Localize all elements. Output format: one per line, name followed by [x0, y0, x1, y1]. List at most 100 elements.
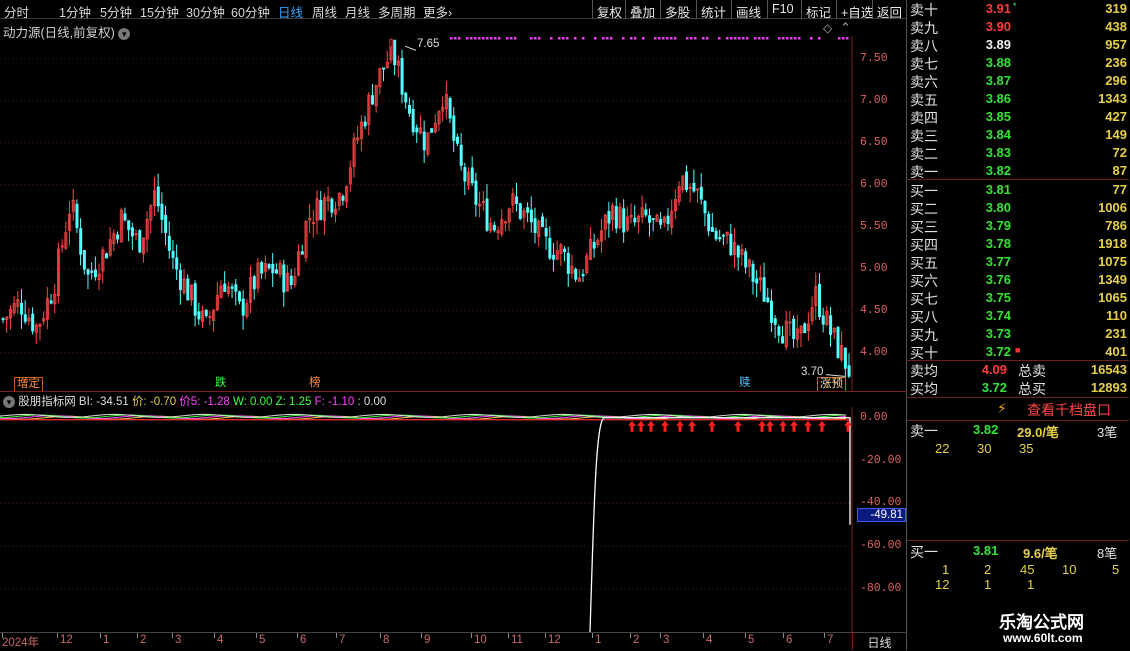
price-tick-label: 4.00 — [860, 345, 888, 359]
f10-button[interactable]: F10 — [767, 0, 798, 19]
signal-dot — [670, 37, 673, 40]
tag-rank[interactable]: 榜 — [307, 377, 323, 390]
multi-stock-button[interactable]: 多股 — [660, 0, 694, 20]
bid-row[interactable]: 买六 3.76 1349 — [907, 271, 1129, 289]
mark-button[interactable]: 标记 — [801, 0, 835, 20]
bid-row[interactable]: 买三 3.79 786 — [907, 217, 1129, 235]
candle-body — [544, 227, 548, 237]
date-label: 4 — [706, 634, 713, 646]
tag-private-placement[interactable]: 增定 — [14, 377, 43, 392]
candle-body — [156, 186, 160, 207]
date-tick — [100, 633, 101, 638]
signal-dot — [558, 37, 561, 40]
ask-row[interactable]: 卖八 3.89 957 — [907, 36, 1129, 54]
candle-body — [718, 237, 722, 240]
level-name: 卖十 — [910, 2, 938, 18]
draw-line-button[interactable]: 画线 — [731, 0, 765, 20]
signal-dot — [534, 37, 537, 40]
thousand-level-button[interactable]: ⚡ 查看千档盘口 — [907, 398, 1129, 420]
period-toolbar: 分时 1分钟 5分钟 15分钟 30分钟 60分钟 日线 周线 月线 多周期 更… — [0, 0, 906, 21]
level-volume: 1065 — [1098, 290, 1127, 305]
more-button[interactable]: 更多› — [423, 2, 452, 21]
period-intraday[interactable]: 分时 — [4, 2, 29, 21]
ask-row[interactable]: 卖二 3.83 72 — [907, 144, 1129, 162]
level-volume: 77 — [1112, 182, 1127, 197]
diamond-icon[interactable]: ◇ — [823, 21, 832, 35]
lightning-icon: ⚡ — [997, 400, 1007, 416]
signal-dot — [634, 37, 637, 40]
indicator-chart[interactable] — [0, 407, 906, 632]
period-daily[interactable]: 日线 — [278, 2, 303, 21]
candle-body — [93, 269, 97, 278]
level-name: 卖三 — [910, 128, 938, 144]
ask-row[interactable]: 卖十 3.91 319 * — [907, 0, 1129, 18]
period-label[interactable]: 日线 — [852, 632, 906, 650]
signal-dot — [766, 37, 769, 40]
signal-dot — [642, 37, 645, 40]
buy-arrow-icon — [779, 420, 787, 432]
period-15min[interactable]: 15分钟 — [140, 2, 179, 21]
candle-body — [138, 230, 142, 253]
tag-forecast[interactable]: 涨预 — [817, 377, 846, 392]
bid-row[interactable]: 买一 3.81 77 — [907, 181, 1129, 199]
date-label: 4 — [217, 634, 224, 646]
ask-row[interactable]: 卖七 3.88 236 — [907, 54, 1129, 72]
total-sell-label: 总卖 — [1018, 363, 1046, 379]
candle-body — [518, 203, 522, 219]
period-1min-b[interactable]: 1分钟 — [59, 2, 91, 21]
bid-row[interactable]: 买十 3.72 401 ■ — [907, 343, 1129, 361]
total-buy-value: 12893 — [1090, 380, 1127, 395]
signal-dot — [466, 37, 469, 40]
tag-drop[interactable]: 跌 — [213, 377, 229, 390]
date-label: 1 — [595, 634, 602, 646]
ask-row[interactable]: 卖五 3.86 1343 — [907, 90, 1129, 108]
signal-dot — [706, 37, 709, 40]
buy1-order: 1 — [1027, 577, 1035, 592]
bid-row[interactable]: 买七 3.75 1065 — [907, 289, 1129, 307]
candle-body — [267, 263, 271, 269]
signal-dot — [630, 37, 633, 40]
stats-button[interactable]: 统计 — [696, 0, 730, 20]
period-multi[interactable]: 多周期 — [378, 2, 416, 21]
buy1-count: 8笔 — [1097, 546, 1118, 561]
bid-row[interactable]: 买四 3.78 1918 — [907, 235, 1129, 253]
tag-redeem[interactable]: 赎 — [737, 377, 753, 390]
level-volume: 87 — [1112, 163, 1127, 178]
candle-body — [648, 215, 652, 223]
candlestick-chart[interactable] — [0, 36, 906, 392]
period-monthly[interactable]: 月线 — [345, 2, 370, 21]
bid-row[interactable]: 买五 3.77 1075 — [907, 253, 1129, 271]
buy-arrow-icon — [661, 420, 669, 432]
candle-body — [31, 313, 35, 332]
bid-row[interactable]: 买九 3.73 231 — [907, 325, 1129, 343]
level-name: 卖五 — [910, 92, 938, 108]
buy-arrow-icon — [628, 420, 636, 432]
period-60min[interactable]: 60分钟 — [231, 2, 270, 21]
candle-body — [563, 248, 567, 253]
candle-body — [622, 208, 626, 233]
candle-body — [160, 203, 164, 220]
period-weekly[interactable]: 周线 — [312, 2, 337, 21]
signal-dot — [658, 37, 661, 40]
candle-body — [330, 198, 334, 213]
level-price: 3.90 — [985, 19, 1011, 34]
adjust-button[interactable]: 复权 — [592, 0, 626, 20]
candle-body — [204, 309, 208, 316]
ask-row[interactable]: 卖三 3.84 149 — [907, 126, 1129, 144]
signal-dot — [486, 37, 489, 40]
chevron-up-icon[interactable]: ⌃ — [840, 20, 851, 36]
back-button[interactable]: 返回 — [872, 0, 906, 20]
signal-dot — [654, 37, 657, 40]
bid-row[interactable]: 买八 3.74 110 — [907, 307, 1129, 325]
bid-row[interactable]: 买二 3.80 1006 — [907, 199, 1129, 217]
period-30min[interactable]: 30分钟 — [186, 2, 225, 21]
overlay-button[interactable]: 叠加 — [625, 0, 659, 20]
period-5min[interactable]: 5分钟 — [100, 2, 132, 21]
ask-row[interactable]: 卖四 3.85 427 — [907, 108, 1129, 126]
candle-body — [659, 218, 663, 225]
ask-row[interactable]: 卖九 3.90 438 — [907, 18, 1129, 36]
ask-row[interactable]: 卖一 3.82 87 — [907, 162, 1129, 180]
ask-row[interactable]: 卖六 3.87 296 — [907, 72, 1129, 90]
signal-dot — [458, 37, 461, 40]
signal-dot — [474, 37, 477, 40]
